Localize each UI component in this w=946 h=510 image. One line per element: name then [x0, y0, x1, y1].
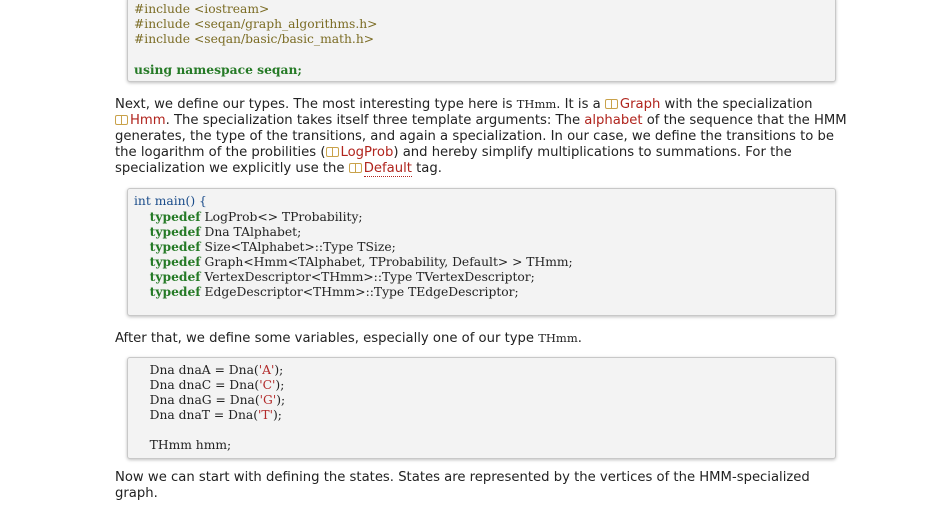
code-line-include-math: #include <seqan/basic/basic_math.h>: [134, 32, 829, 47]
code-line-typedef: typedef Graph<Hmm<TAlphabet, TProbabilit…: [149, 254, 573, 269]
code-block-variables: Dna dnaA = Dna('A'); Dna dnaC = Dna('C')…: [127, 357, 836, 459]
code-block-includes: #include <iostream> #include <seqan/grap…: [127, 0, 836, 82]
book-icon: [348, 162, 363, 173]
code-text: #include <seqan/graph_algorithms.h>: [134, 17, 378, 31]
code-line-dnaA: Dna dnaA = Dna('A');: [149, 363, 284, 377]
code-text: using namespace seqan;: [134, 62, 302, 77]
link-logprob[interactable]: LogProb: [341, 145, 394, 160]
code-line-include-graph: #include <seqan/graph_algorithms.h>: [134, 17, 829, 32]
code-line-using: using namespace seqan;: [134, 62, 829, 77]
code-line-typedef: typedef EdgeDescriptor<THmm>::Type TEdge…: [149, 284, 519, 299]
code-line-main: int main() {: [134, 194, 829, 209]
book-icon: [325, 146, 340, 157]
code-text: int main() {: [134, 194, 207, 208]
code-line-hmm: THmm hmm;: [149, 438, 232, 452]
code-line-typedef: typedef LogProb<> TProbability;: [149, 209, 363, 224]
code-line-include-iostream: #include <iostream>: [134, 2, 829, 17]
book-icon: [115, 114, 129, 125]
paragraph-text: Now we can start with defining the state…: [115, 470, 810, 501]
code-text: #include <iostream>: [134, 2, 270, 16]
link-default[interactable]: Default: [363, 161, 412, 177]
code-line-dnaC: Dna dnaC = Dna('C');: [149, 378, 285, 392]
link-hmm[interactable]: Hmm: [130, 113, 166, 128]
paragraph-variables: After that, we define some variables, es…: [115, 331, 582, 346]
book-icon: [604, 98, 619, 109]
link-alphabet[interactable]: alphabet: [584, 113, 642, 128]
code-line-dnaG: Dna dnaG = Dna('G');: [149, 393, 286, 407]
link-graph[interactable]: Graph: [620, 97, 660, 112]
code-text: #include <seqan/basic/basic_math.h>: [134, 32, 375, 46]
code-line-dnaT: Dna dnaT = Dna('T');: [149, 408, 282, 422]
code-line-typedef: typedef Size<TAlphabet>::Type TSize;: [149, 239, 396, 254]
paragraph-states: Now we can start with defining the state…: [115, 470, 855, 502]
code-line-typedef: typedef Dna TAlphabet;: [149, 224, 302, 239]
inline-code-thmm: THmm: [516, 97, 557, 111]
inline-code-thmm: THmm: [538, 331, 578, 345]
code-line-typedef: typedef VertexDescriptor<THmm>::Type TVe…: [149, 269, 535, 284]
code-block-main: int main() { typedef LogProb<> TProbabil…: [127, 188, 836, 316]
paragraph-types: Next, we define our types. The most inte…: [115, 97, 847, 177]
